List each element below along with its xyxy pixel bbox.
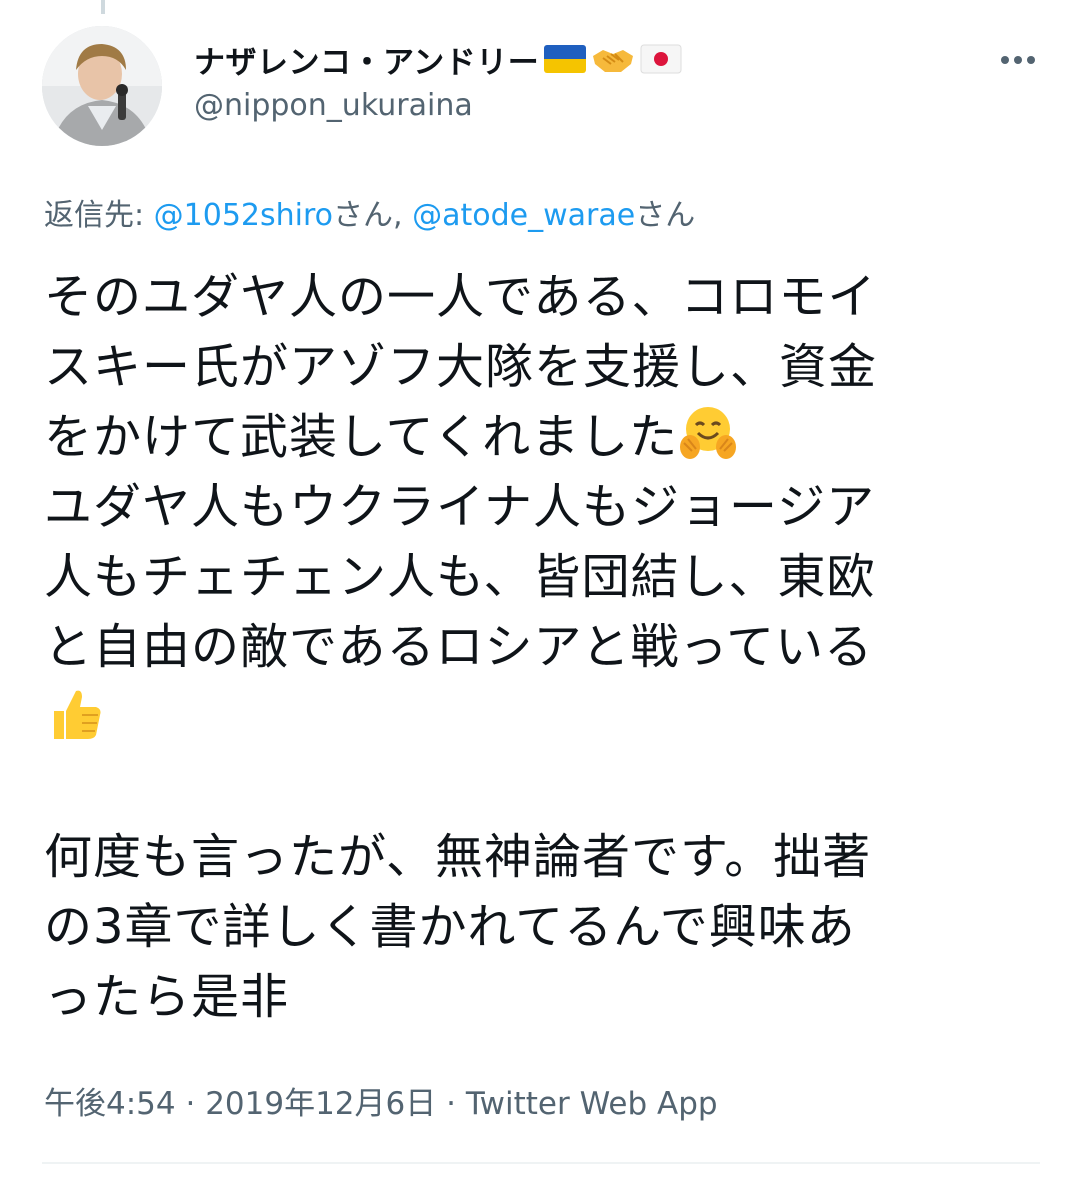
- handshake-icon: [593, 50, 634, 72]
- japan-flag-icon: [640, 44, 682, 74]
- tweet-line-emoji-only: [44, 682, 1044, 752]
- reply-to-prefix: 返信先:: [44, 198, 154, 233]
- more-options-button[interactable]: [996, 40, 1040, 80]
- mention-link-1052shiro[interactable]: @1052shiro: [154, 198, 333, 233]
- reply-to-suffix-2: さん: [635, 198, 696, 233]
- more-dots-icon: [1001, 56, 1035, 64]
- author-display-name[interactable]: ナザレンコ・アンドリー: [194, 36, 683, 82]
- reply-to-line: 返信先: @1052shiroさん, @atode_waraeさん: [44, 190, 695, 234]
- tweet-line: スキー氏がアゾフ大隊を支援し、資金: [44, 339, 878, 395]
- tweet-time[interactable]: 午後4:54: [44, 1086, 176, 1122]
- tweet-line: 人もチェチェン人も、皆団結し、東欧: [44, 549, 876, 605]
- meta-separator: ·: [436, 1086, 466, 1122]
- author-handle[interactable]: @nippon_ukuraina: [194, 88, 473, 123]
- reply-to-suffix-1: さん,: [333, 198, 413, 233]
- thumbs-up-icon: [54, 690, 101, 739]
- avatar[interactable]: [42, 26, 162, 146]
- tweet-line: ユダヤ人もウクライナ人もジョージア: [44, 479, 876, 535]
- tweet-line: と自由の敵であるロシアと戦っている: [44, 619, 874, 675]
- mention-link-atode-warae[interactable]: @atode_warae: [412, 198, 635, 233]
- tweet-line-with-emoji: をかけて武装してくれました: [44, 402, 1044, 472]
- tweet-text: そのユダヤ人の一人である、コロモイ スキー氏がアゾフ大隊を支援し、資金 をかけて…: [44, 262, 1044, 1032]
- ukraine-flag-icon: [544, 45, 587, 73]
- meta-separator: ·: [175, 1086, 206, 1122]
- tweet-line: そのユダヤ人の一人である、コロモイ: [44, 269, 877, 325]
- tweet-metadata: 午後4:54 · 2019年12月6日 · Twitter Web App: [44, 1078, 718, 1123]
- tweet-line: 何度も言ったが、無神論者です。拙著: [44, 829, 872, 885]
- tweet-line-text: をかけて武装してくれました: [44, 409, 679, 465]
- thread-connector-line: [101, 0, 105, 14]
- tweet-line: ったら是非: [44, 969, 290, 1025]
- tweet-source[interactable]: Twitter Web App: [466, 1086, 718, 1122]
- hugging-face-icon: [680, 407, 737, 459]
- divider: [42, 1162, 1040, 1164]
- tweet-date[interactable]: 2019年12月6日: [205, 1086, 436, 1122]
- tweet-line: の3章で詳しく書かれてるんで興味あ: [44, 899, 856, 955]
- avatar-image: [42, 26, 162, 146]
- author-name-text: ナザレンコ・アンドリー: [194, 44, 540, 81]
